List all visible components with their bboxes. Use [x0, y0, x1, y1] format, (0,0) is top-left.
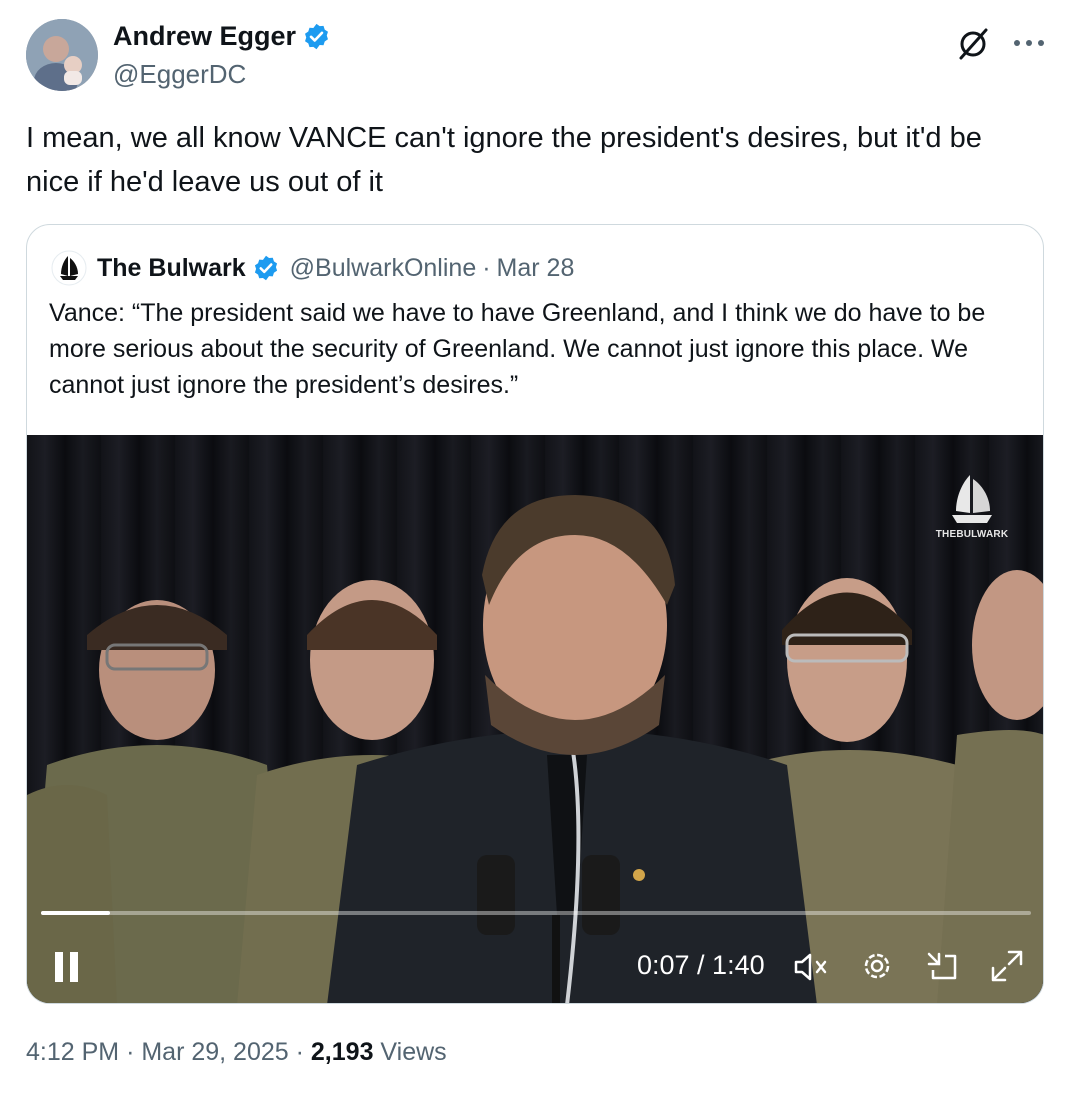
avatar[interactable]: [26, 19, 98, 91]
quoted-tweet-header: The Bulwark @BulwarkOnline · Mar 28: [51, 250, 575, 286]
tweet-date[interactable]: Mar 29, 2025: [141, 1038, 288, 1066]
settings-icon[interactable]: [859, 948, 895, 984]
fullscreen-icon[interactable]: [989, 948, 1025, 984]
verified-badge-icon: [254, 255, 277, 281]
separator-dot: ·: [295, 1038, 304, 1066]
more-icon[interactable]: [1012, 38, 1046, 48]
quoted-author-name[interactable]: The Bulwark: [97, 254, 246, 283]
video-time: 0:07 / 1:40: [637, 950, 765, 980]
pause-icon[interactable]: [53, 950, 81, 984]
video-progress-fill: [41, 911, 111, 915]
tweet-meta: 4:12 PM · Mar 29, 2025 · 2,193 Views: [26, 1038, 447, 1067]
quoted-author-handle[interactable]: @BulwarkOnline: [290, 254, 477, 283]
author-handle[interactable]: @EggerDC: [113, 59, 246, 90]
watermark-text: THEBULWARK: [935, 529, 1009, 540]
views-count: 2,193: [310, 1038, 374, 1066]
tweet-text: I mean, we all know VANCE can't ignore t…: [26, 122, 982, 198]
verified-badge-icon: [305, 23, 329, 50]
video-player[interactable]: THEBULWARK 0:07 / 1:40: [27, 435, 1043, 1003]
tweet-time[interactable]: 4:12 PM: [26, 1038, 119, 1066]
quoted-date[interactable]: Mar 28: [497, 254, 575, 283]
dock-icon[interactable]: [925, 948, 961, 984]
video-frame: [27, 495, 1043, 1003]
grok-icon[interactable]: [955, 26, 991, 62]
bulwark-logo-icon[interactable]: [51, 250, 87, 286]
separator-dot: ·: [126, 1038, 135, 1066]
quoted-tweet-card[interactable]: The Bulwark @BulwarkOnline · Mar 28 Vanc…: [26, 224, 1044, 1004]
mute-icon[interactable]: [792, 950, 832, 984]
bulwark-watermark: THEBULWARK: [927, 469, 1017, 549]
views-label: Views: [380, 1038, 447, 1066]
ship-logo-icon: [952, 475, 992, 523]
video-progress-bar[interactable]: [41, 911, 1031, 915]
separator-dot: ·: [482, 253, 491, 282]
quoted-tweet-text: Vance: “The president said we have to ha…: [49, 299, 986, 399]
author-name[interactable]: Andrew Egger: [113, 21, 296, 52]
author-name-row[interactable]: Andrew Egger: [113, 21, 331, 52]
